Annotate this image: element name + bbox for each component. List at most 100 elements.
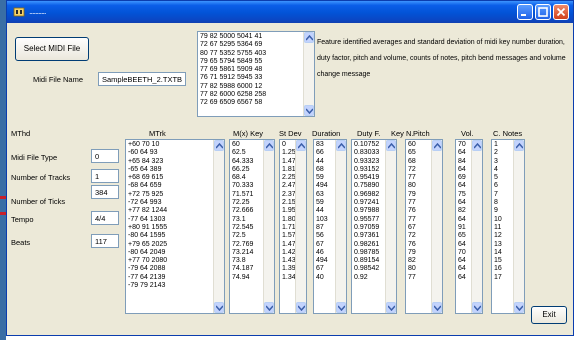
list-item[interactable]: 13	[494, 241, 514, 249]
list-item[interactable]: 2.472	[282, 182, 296, 190]
list-item[interactable]: 0.92	[354, 274, 386, 282]
list-item[interactable]: 11	[494, 224, 514, 232]
scroll-down-button[interactable]	[514, 302, 524, 313]
list-item[interactable]: 64	[458, 241, 472, 249]
list-item[interactable]: 2.251	[282, 174, 296, 182]
list-item[interactable]: 80	[408, 265, 432, 273]
number-of-ticks-field[interactable]: 384	[91, 185, 119, 199]
list-item[interactable]: 1.475	[282, 158, 296, 166]
list-item[interactable]: 0.10752	[354, 141, 386, 149]
list-item[interactable]: 44	[316, 158, 336, 166]
scroll-down-button[interactable]	[336, 302, 346, 313]
scroll-up-button[interactable]	[264, 140, 274, 151]
list-item[interactable]: 14	[494, 249, 514, 257]
cnotes-list[interactable]: 1 2 3 4 5 6 7 8 9 10 11 12 13 14 15 16 17	[491, 139, 525, 314]
list-item[interactable]: 494	[316, 182, 336, 190]
vol-scrollbar[interactable]	[471, 140, 482, 313]
list-item[interactable]: 2.370	[282, 191, 296, 199]
list-item[interactable]: 0.98261	[354, 241, 386, 249]
list-item[interactable]: 494	[316, 257, 336, 265]
midi-file-name-field[interactable]: SampleBEETH_2.TXTB	[98, 72, 186, 86]
preview-row[interactable]: 77 82 6000 6258 258	[200, 91, 266, 99]
list-item[interactable]: +60 70 10	[128, 141, 214, 149]
list-item[interactable]: 16	[494, 265, 514, 273]
list-item[interactable]: 83	[316, 141, 336, 149]
beats-field[interactable]: 117	[91, 234, 119, 248]
list-item[interactable]: 75	[458, 191, 472, 199]
list-item[interactable]: 67	[316, 265, 336, 273]
list-item[interactable]: 72.545	[232, 224, 264, 232]
list-item[interactable]: 76	[408, 241, 432, 249]
scroll-up-button[interactable]	[472, 140, 482, 151]
scroll-down-button[interactable]	[304, 105, 314, 116]
list-item[interactable]: 67	[316, 241, 336, 249]
list-item[interactable]: 1.800	[282, 216, 296, 224]
list-item[interactable]: 56	[316, 232, 336, 240]
list-item[interactable]: 64	[458, 216, 472, 224]
scroll-up-button[interactable]	[336, 140, 346, 151]
pitch-scrollbar[interactable]	[431, 140, 442, 313]
list-item[interactable]: 0.89154	[354, 257, 386, 265]
cnotes-scrollbar[interactable]	[513, 140, 524, 313]
list-item[interactable]: 0.83033	[354, 149, 386, 157]
stdev-list[interactable]: 01.251.4751.8152.2512.4722.3702.1571.953…	[279, 139, 307, 314]
list-item[interactable]: 17	[494, 274, 514, 282]
list-item[interactable]: 70	[458, 141, 472, 149]
list-item[interactable]: 82	[458, 207, 472, 215]
list-item[interactable]: 5	[494, 174, 514, 182]
list-item[interactable]: +77 82 1244	[128, 207, 214, 215]
list-item[interactable]: 59	[316, 174, 336, 182]
vol-list[interactable]: 70 64 84 64 69 64 75 64 82 64 91 65 64 70 64 64 64	[455, 139, 483, 314]
tempo-field[interactable]: 4/4	[91, 211, 119, 225]
list-item[interactable]: 64	[458, 265, 472, 273]
list-item[interactable]: 0.97059	[354, 224, 386, 232]
duration-list[interactable]: 83 66 44 68 59 494 63 59 44 103 87 56 67 46 494 67 40	[313, 139, 347, 314]
list-item[interactable]: 68	[316, 166, 336, 174]
list-item[interactable]: 10	[494, 216, 514, 224]
preview-row[interactable]: 80 77 5352 5755 403	[200, 50, 266, 58]
list-item[interactable]: 12	[494, 232, 514, 240]
list-item[interactable]: 1	[494, 141, 514, 149]
scroll-up-button[interactable]	[296, 140, 306, 151]
list-item[interactable]: -77 64 1303	[128, 216, 214, 224]
list-item[interactable]: 1.815	[282, 166, 296, 174]
list-item[interactable]: 0.93152	[354, 166, 386, 174]
list-item[interactable]: 1.435	[282, 257, 296, 265]
list-item[interactable]: 0.97241	[354, 199, 386, 207]
list-item[interactable]: 84	[458, 158, 472, 166]
list-item[interactable]: 64	[458, 182, 472, 190]
list-item[interactable]: 74.187	[232, 265, 264, 273]
list-item[interactable]: 1.25	[282, 149, 296, 157]
list-item[interactable]: 4	[494, 166, 514, 174]
close-button[interactable]	[553, 4, 569, 20]
list-item[interactable]: +65 84 323	[128, 158, 214, 166]
list-item[interactable]: 64	[458, 166, 472, 174]
scroll-up-button[interactable]	[214, 140, 224, 151]
list-item[interactable]: -79 79 2143	[128, 282, 214, 290]
list-item[interactable]: 66.25	[232, 166, 264, 174]
list-item[interactable]: 79	[408, 191, 432, 199]
list-item[interactable]: 63	[316, 191, 336, 199]
duty-list[interactable]: 0.10752 0.83033 0.93323 0.93152 0.95419 0.758…	[351, 139, 397, 314]
list-item[interactable]: 77	[408, 199, 432, 207]
number-of-tracks-field[interactable]: 1	[91, 169, 119, 183]
stdev-scrollbar[interactable]	[295, 140, 306, 313]
list-item[interactable]: 80	[408, 182, 432, 190]
list-item[interactable]: 0.98785	[354, 249, 386, 257]
preview-row[interactable]: 79 82 5000 5041 41	[200, 33, 266, 41]
midi-events-preview-list[interactable]: 79 82 5000 5041 41 72 67 5295 5364 69 80 7…	[197, 31, 315, 117]
list-item[interactable]: 1.470	[282, 241, 296, 249]
midi-file-type-field[interactable]: 0	[91, 149, 119, 163]
list-item[interactable]: 7	[494, 191, 514, 199]
list-item[interactable]: 1.953	[282, 207, 296, 215]
list-item[interactable]: 1.712	[282, 224, 296, 232]
list-item[interactable]: -60 64 93	[128, 149, 214, 157]
list-item[interactable]: 64	[458, 149, 472, 157]
duty-scrollbar[interactable]	[385, 140, 396, 313]
list-item[interactable]: 15	[494, 257, 514, 265]
list-item[interactable]: 64.333	[232, 158, 264, 166]
list-item[interactable]: +77 70 2080	[128, 257, 214, 265]
list-item[interactable]: 72.666	[232, 207, 264, 215]
list-item[interactable]: +68 69 615	[128, 174, 214, 182]
list-item[interactable]: 2	[494, 149, 514, 157]
